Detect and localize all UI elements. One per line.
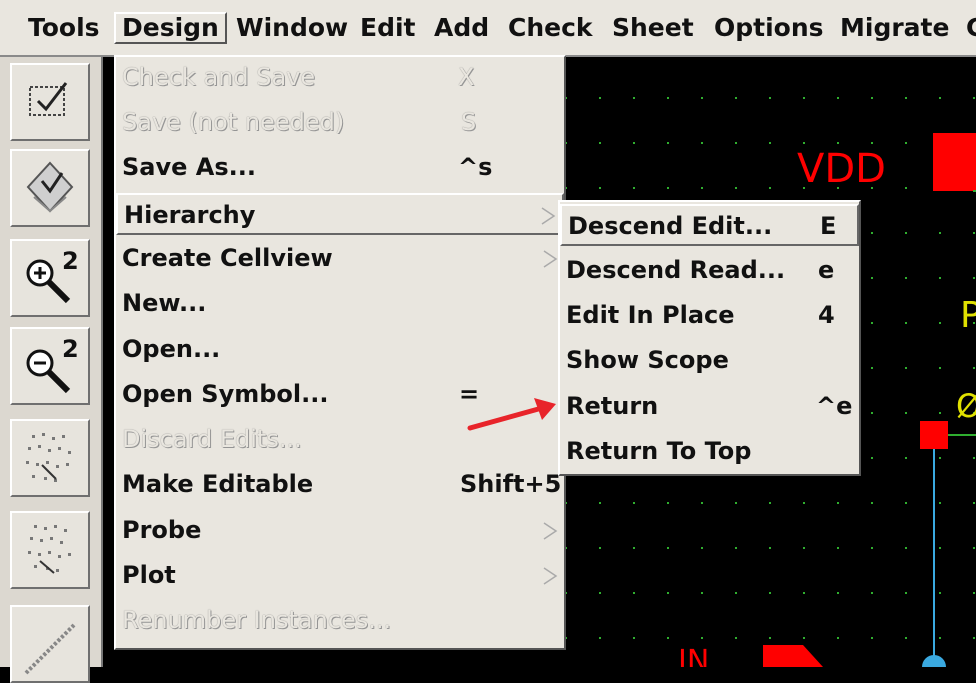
menu-edit[interactable]: Edit bbox=[354, 12, 422, 44]
menu-sheet[interactable]: Sheet bbox=[606, 12, 700, 44]
menu-item-make-editable[interactable]: Make Editable Shift+5 bbox=[116, 464, 564, 506]
menu-migrate[interactable]: Migrate bbox=[834, 12, 955, 44]
zoom-out-factor: 2 bbox=[62, 335, 79, 363]
menu-item-save-as[interactable]: Save As... ^s bbox=[116, 147, 564, 189]
menu-window[interactable]: Window bbox=[230, 12, 354, 44]
menu-design[interactable]: Design bbox=[114, 12, 227, 44]
design-menu: Check and Save X Save (not needed) S Sav… bbox=[114, 55, 566, 650]
submenu-arrow-icon bbox=[543, 522, 558, 540]
menu-item-plot[interactable]: Plot bbox=[116, 555, 564, 597]
menu-check[interactable]: Check bbox=[502, 12, 599, 44]
zoom-in-2-icon[interactable]: 2 bbox=[10, 239, 90, 317]
label-p: P bbox=[960, 295, 976, 336]
left-toolbar: 2 2 bbox=[0, 57, 103, 683]
menu-tools[interactable]: Tools bbox=[22, 12, 106, 44]
zoom-out-2-icon[interactable]: 2 bbox=[10, 327, 90, 405]
pin-red-square bbox=[920, 421, 948, 449]
menu-item-open[interactable]: Open... bbox=[116, 329, 564, 371]
submenu-arrow-icon bbox=[543, 567, 558, 585]
menu-item-hierarchy[interactable]: Hierarchy bbox=[116, 193, 564, 235]
in-pin bbox=[763, 645, 823, 667]
menu-item-descend-edit[interactable]: Descend Edit... E bbox=[560, 204, 859, 246]
menu-options[interactable]: Options bbox=[708, 12, 830, 44]
menu-item-return-to-top[interactable]: Return To Top bbox=[560, 431, 859, 473]
label-vdd: VDD bbox=[797, 146, 886, 192]
save-icon[interactable] bbox=[10, 149, 90, 227]
hierarchy-submenu: Descend Edit... E Descend Read... e Edit… bbox=[558, 200, 861, 476]
wire-icon[interactable] bbox=[10, 605, 90, 683]
menu-item-descend-read[interactable]: Descend Read... e bbox=[560, 250, 859, 292]
menu-item-return[interactable]: Return ^e bbox=[560, 386, 859, 428]
zoom-in-factor: 2 bbox=[62, 247, 79, 275]
menu-item-show-scope[interactable]: Show Scope bbox=[560, 340, 859, 382]
menu-item-new[interactable]: New... bbox=[116, 283, 564, 325]
vdd-pin bbox=[933, 133, 976, 191]
submenu-arrow-icon bbox=[543, 250, 558, 268]
menu-item-probe[interactable]: Probe bbox=[116, 510, 564, 552]
label-in: IN bbox=[678, 644, 709, 667]
annotation-arrow-icon bbox=[467, 398, 556, 431]
menu-item-edit-in-place[interactable]: Edit In Place 4 bbox=[560, 295, 859, 337]
menu-item-check-and-save[interactable]: Check and Save X bbox=[116, 57, 564, 99]
menu-add[interactable]: Add bbox=[428, 12, 495, 44]
menu-item-renumber-instances[interactable]: Renumber Instances... bbox=[116, 600, 564, 642]
menu-item-create-cellview[interactable]: Create Cellview bbox=[116, 238, 564, 280]
menu-truncated[interactable]: C bbox=[960, 12, 976, 44]
submenu-arrow-icon bbox=[541, 207, 556, 225]
check-and-save-icon[interactable] bbox=[10, 63, 90, 141]
label-zero: Ø bbox=[956, 387, 976, 425]
stretch-icon[interactable] bbox=[10, 419, 90, 497]
copy-icon[interactable] bbox=[10, 511, 90, 589]
menu-bar: Tools Design Window Edit Add Check Sheet… bbox=[0, 0, 976, 57]
menu-item-save[interactable]: Save (not needed) S bbox=[116, 102, 564, 144]
